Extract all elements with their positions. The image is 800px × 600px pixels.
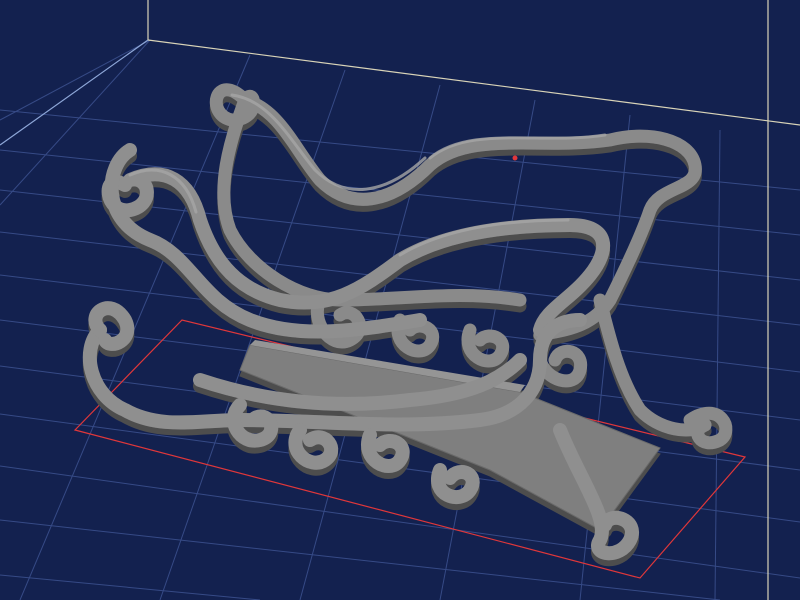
- 3d-viewport[interactable]: [0, 0, 800, 600]
- selection-marker: [512, 155, 518, 161]
- scene-canvas[interactable]: [0, 0, 800, 600]
